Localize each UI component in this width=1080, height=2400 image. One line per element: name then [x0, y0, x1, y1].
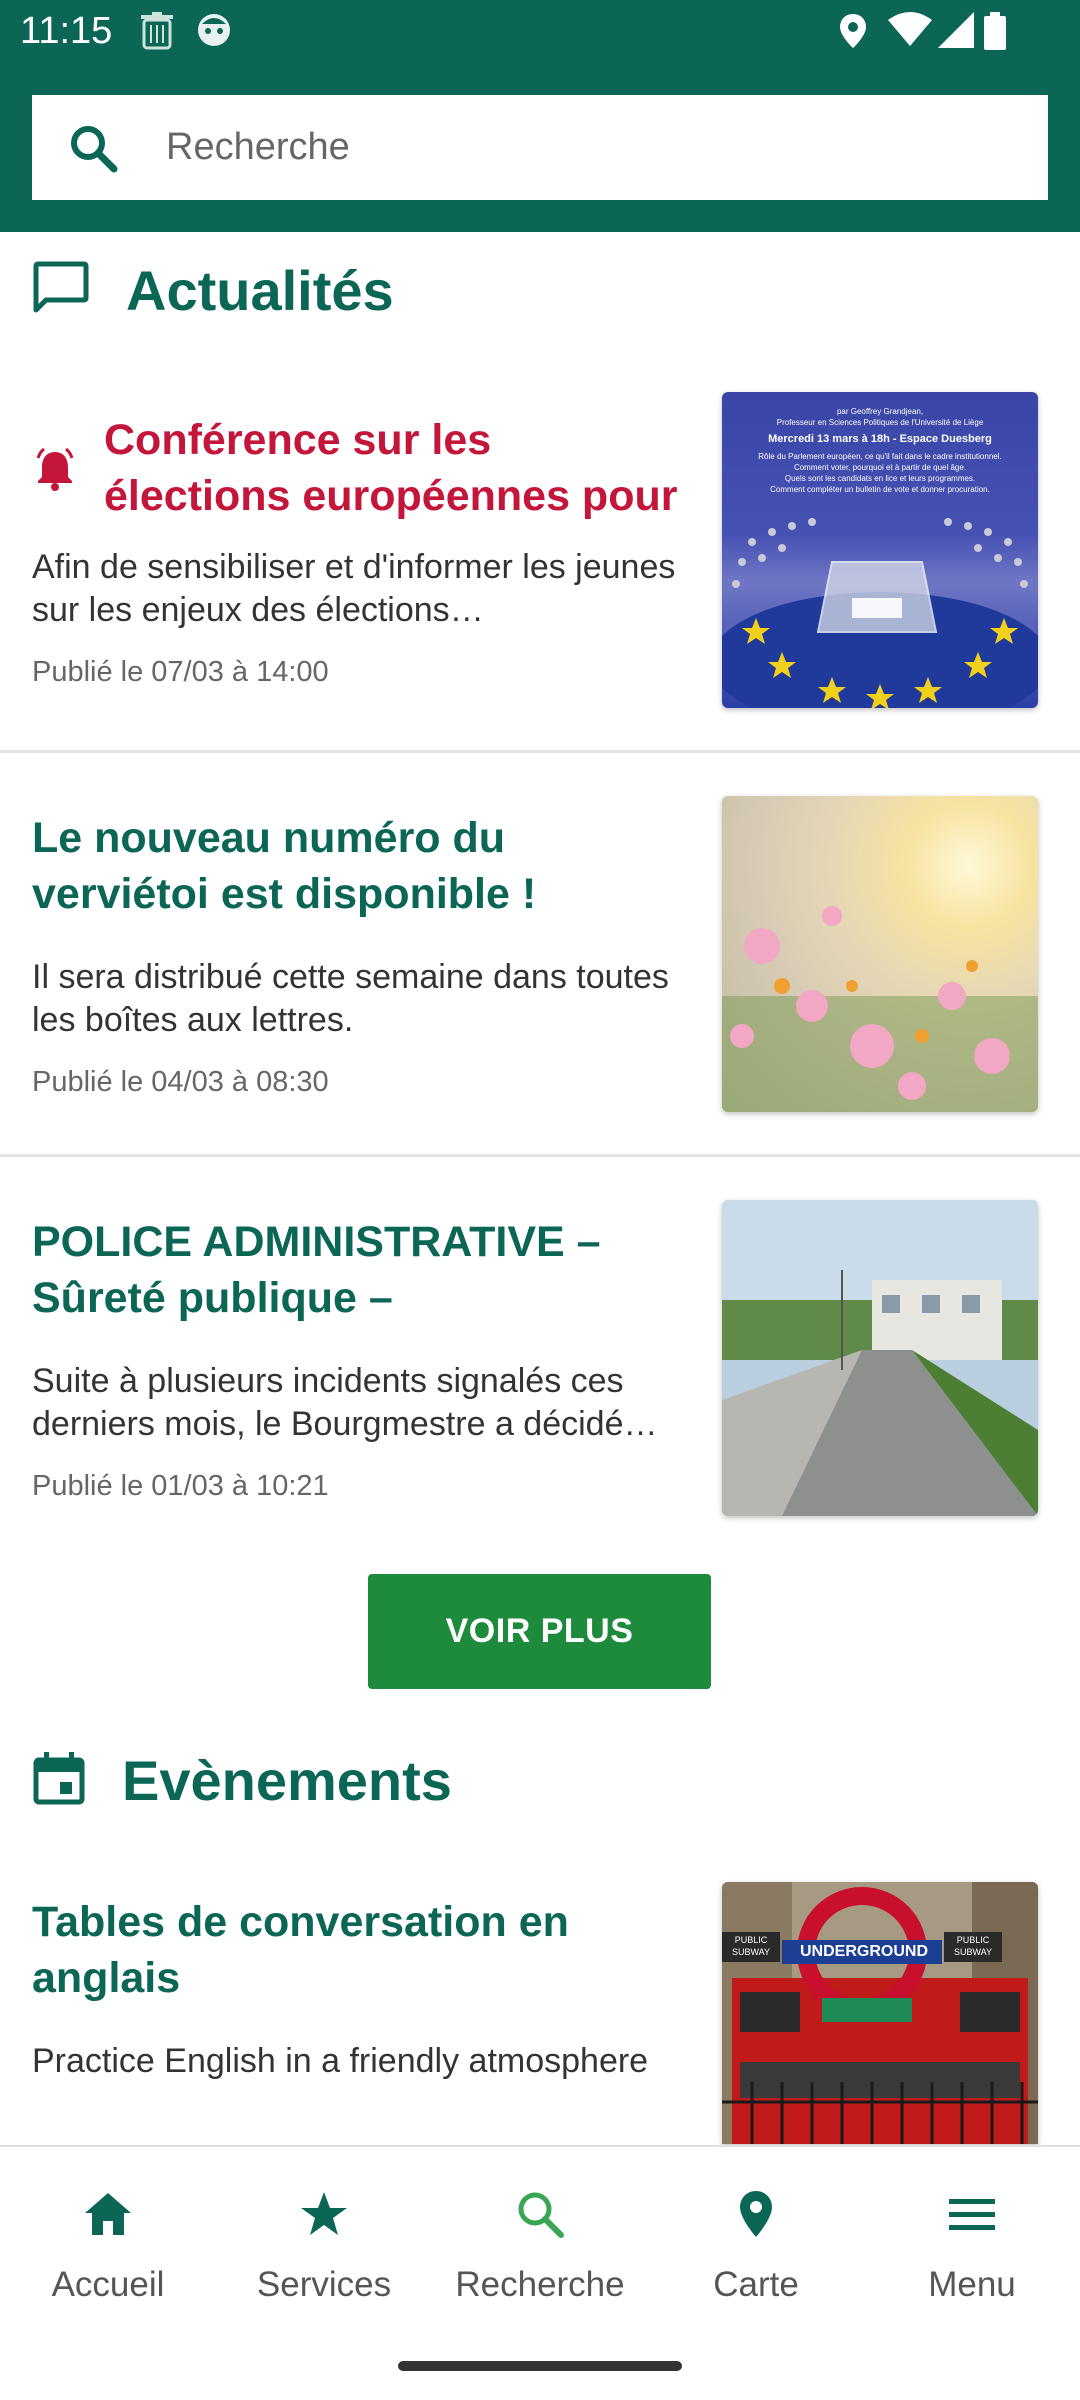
- poster-author: par Geoffrey Grandjean,: [836, 407, 924, 416]
- event-card-1[interactable]: Tables de conversation en anglais Practi…: [0, 1882, 1080, 2144]
- event-title[interactable]: Tables de conversation en anglais: [32, 1894, 680, 2010]
- nav-label: Recherche: [455, 2265, 625, 2304]
- gesture-home-bar[interactable]: [398, 2361, 682, 2371]
- alarm-bell-icon: [32, 446, 78, 497]
- search-icon[interactable]: [68, 123, 118, 173]
- status-time: 11:15: [20, 10, 113, 52]
- event-description: Practice English in a friendly atmospher…: [32, 2042, 649, 2080]
- voir-plus-button[interactable]: VOIR PLUS: [368, 1574, 711, 1689]
- news-description: Il sera distribué cette semaine dans tou…: [32, 958, 669, 1039]
- poster-affiliation: Professeur en Sciences Politiques de l'U…: [776, 418, 984, 427]
- nav-item-carte[interactable]: Carte: [648, 2147, 864, 2327]
- london-bus-illustration: [722, 1882, 1038, 2144]
- news-thumbnail-street[interactable]: [722, 1200, 1038, 1516]
- star-icon[interactable]: [299, 2189, 349, 2239]
- news-title[interactable]: POLICE ADMINISTRATIVE – Sûreté publique …: [32, 1214, 680, 1330]
- news-description: Afin de sensibiliser et d'informer les j…: [32, 548, 676, 629]
- news-section-header: Actualités: [32, 258, 394, 323]
- calendar-icon: [32, 1750, 86, 1811]
- app-header: 11:15: [0, 0, 1080, 232]
- home-icon[interactable]: [83, 2189, 133, 2239]
- chat-bubble-icon: [32, 260, 90, 321]
- news-section-title: Actualités: [126, 259, 394, 322]
- news-title[interactable]: Le nouveau numéro du verviétoi est dispo…: [32, 810, 680, 926]
- public-subway-sign-left: PUBLIC SUBWAY: [731, 1935, 770, 1957]
- nav-item-services[interactable]: Services: [216, 2147, 432, 2327]
- news-thumbnail-election[interactable]: par Geoffrey Grandjean, Professeur en Sc…: [722, 392, 1038, 708]
- street-illustration: [722, 1200, 1038, 1516]
- news-date: Publié le 04/03 à 08:30: [32, 1066, 329, 1098]
- trash-icon: [140, 12, 174, 55]
- ballot-box-illustration: [722, 518, 1038, 708]
- battery-icon: [984, 12, 1006, 55]
- location-icon: [838, 12, 868, 55]
- search-input[interactable]: [166, 95, 1026, 200]
- nav-item-accueil[interactable]: Accueil: [0, 2147, 216, 2327]
- event-thumbnail-london[interactable]: UNDERGROUND PUBLIC SUBWAY PUBLIC SUBWAY: [722, 1882, 1038, 2144]
- underground-sign: UNDERGROUND: [800, 1943, 928, 1960]
- signal-icon: [938, 12, 974, 53]
- nav-label: Menu: [928, 2265, 1016, 2304]
- search-icon[interactable]: [515, 2189, 565, 2239]
- poster-date: Mercredi 13 mars à 18h - Espace Duesberg: [768, 433, 992, 445]
- poster-line-3: Quels sont les candidats en lice et leur…: [784, 474, 976, 483]
- news-title[interactable]: Conférence sur les élections européennes…: [104, 412, 680, 528]
- news-divider: [0, 1154, 1080, 1157]
- hamburger-menu-icon[interactable]: [947, 2189, 997, 2239]
- events-section-title: Evènements: [122, 1749, 452, 1812]
- news-date: Publié le 07/03 à 14:00: [32, 656, 329, 688]
- map-pin-icon[interactable]: [731, 2189, 781, 2239]
- news-description: Suite à plusieurs incidents signalés ces…: [32, 1362, 658, 1443]
- flowers-illustration: [722, 906, 1038, 1112]
- news-date: Publié le 01/03 à 10:21: [32, 1470, 329, 1502]
- news-card-2[interactable]: Le nouveau numéro du verviétoi est dispo…: [0, 796, 1080, 1156]
- events-section-header: Evènements: [32, 1748, 452, 1813]
- nav-label: Carte: [713, 2265, 799, 2304]
- news-thumbnail-flowers[interactable]: [722, 796, 1038, 1112]
- nav-label: Services: [256, 2265, 392, 2304]
- wifi-icon: [888, 12, 932, 53]
- public-subway-sign-right: PUBLIC SUBWAY: [953, 1935, 992, 1957]
- status-bar: 11:15: [0, 0, 1080, 64]
- poster-line-1: Rôle du Parlement européen, ce qu'il fai…: [758, 452, 1002, 461]
- news-divider: [0, 750, 1080, 753]
- news-card-1[interactable]: Conférence sur les élections européennes…: [0, 392, 1080, 752]
- nav-item-menu[interactable]: Menu: [864, 2147, 1080, 2327]
- search-bar[interactable]: [32, 95, 1048, 200]
- poster-line-2: Comment voter, pourquoi et à partir de q…: [793, 463, 967, 472]
- android-face-icon: [196, 12, 232, 53]
- news-card-3[interactable]: POLICE ADMINISTRATIVE – Sûreté publique …: [0, 1200, 1080, 1560]
- poster-line-4: Comment compléter un bulletin de vote et…: [770, 485, 990, 494]
- nav-item-recherche[interactable]: Recherche: [432, 2147, 648, 2327]
- nav-label: Accueil: [51, 2265, 165, 2304]
